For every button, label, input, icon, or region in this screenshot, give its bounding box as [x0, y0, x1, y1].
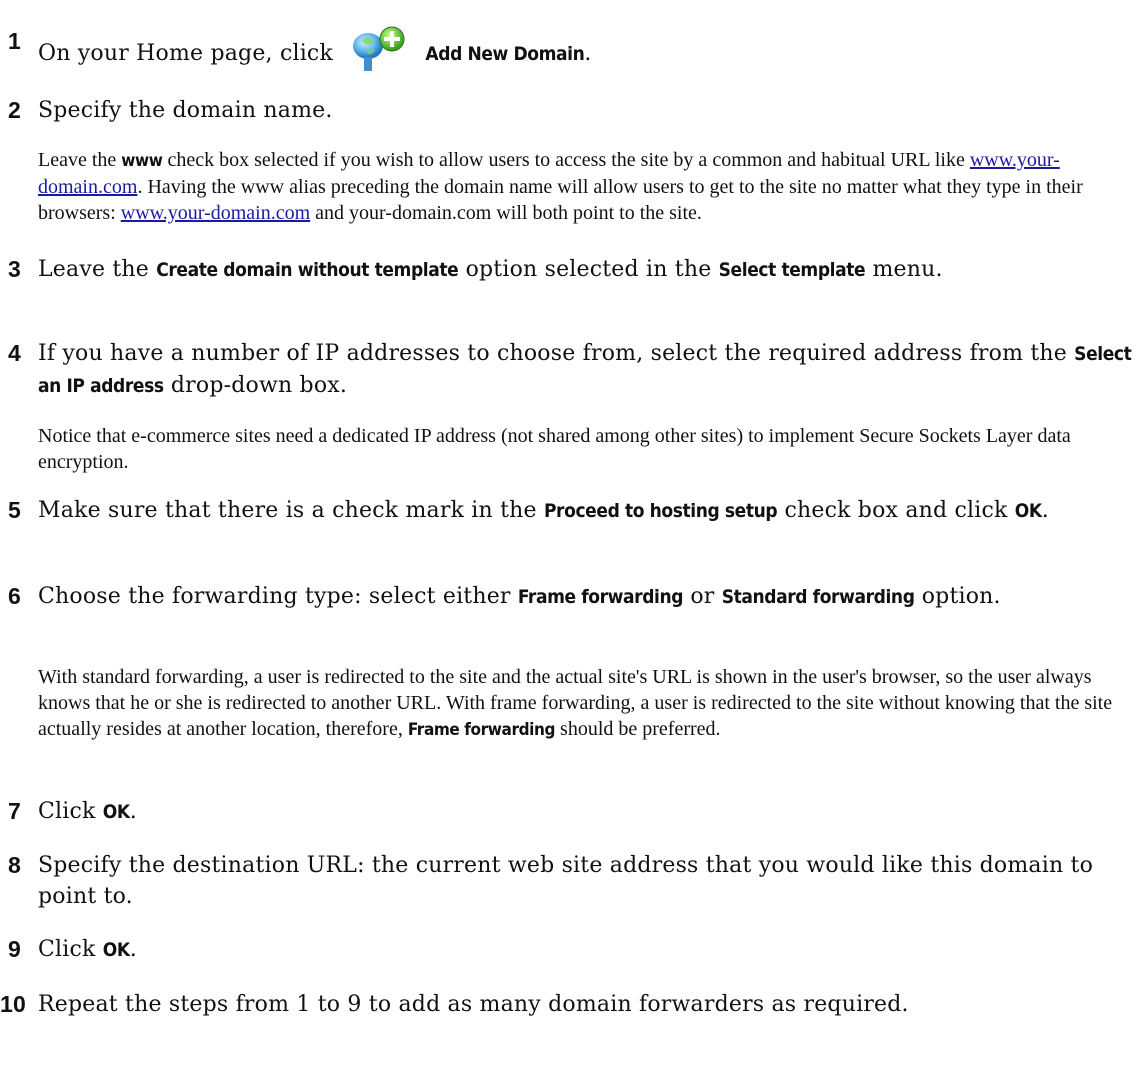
step-text: menu. — [872, 257, 943, 282]
step-text: option. — [921, 584, 1001, 609]
step-number: 6 — [8, 583, 21, 609]
note-text: check box selected if you wish to allow … — [167, 149, 965, 171]
step-6: 6 Choose the forwarding type: select eit… — [0, 581, 1140, 613]
step-8: 8 Specify the destination URL: the curre… — [0, 850, 1140, 912]
note-text: Notice that e-commerce sites need a dedi… — [38, 425, 1071, 473]
ok-button-label: OK — [1014, 500, 1042, 522]
standard-forwarding-option: Standard forwarding — [721, 586, 915, 608]
step-3: 3 Leave the Create domain without templa… — [0, 254, 1140, 286]
ok-button-label: OK — [102, 801, 130, 823]
step-6-note: With standard forwarding, a user is redi… — [38, 664, 1144, 743]
step-4: 4 If you have a number of IP addresses t… — [0, 338, 1140, 402]
step-9: 9 Click OK. — [0, 934, 1140, 966]
frame-forwarding-option: Frame forwarding — [407, 720, 556, 740]
step-number: 7 — [8, 798, 21, 824]
step-text: check box and click — [784, 498, 1008, 523]
step-text: Specify the domain name. — [38, 98, 333, 123]
step-text: option selected in the — [465, 257, 712, 282]
step-2-note: Leave the www check box selected if you … — [38, 147, 1144, 226]
ok-button-label: OK — [102, 939, 130, 961]
www-checkbox-label: www — [121, 151, 163, 171]
step-number: 9 — [8, 936, 21, 962]
step-5: 5 Make sure that there is a check mark i… — [0, 495, 1140, 527]
note-text: should be preferred. — [560, 718, 721, 740]
punctuation: . — [129, 937, 137, 962]
step-text: or — [690, 584, 715, 609]
step-number: 5 — [8, 497, 21, 523]
step-1: 1 On your Home page, click Add New Domai… — [0, 26, 1140, 72]
step-text: If you have a number of IP addresses to … — [38, 341, 1067, 366]
step-number: 3 — [8, 256, 21, 282]
step-number: 8 — [8, 852, 21, 878]
step-text: drop-down box. — [170, 373, 348, 398]
step-number: 1 — [8, 28, 21, 54]
create-without-template-option: Create domain without template — [156, 259, 459, 281]
note-text: and your-domain.com will both point to t… — [315, 202, 702, 224]
step-text: Choose the forwarding type: select eithe… — [38, 584, 511, 609]
document: 1 On your Home page, click Add New Domai… — [0, 0, 1146, 1082]
punctuation: . — [129, 799, 137, 824]
add-new-domain-icon — [353, 26, 405, 71]
step-text: Leave the — [38, 257, 150, 282]
step-10: 10 Repeat the steps from 1 to 9 to add a… — [0, 989, 1140, 1020]
example-url-link[interactable]: www.your-domain.com — [121, 202, 310, 224]
step-number: 10 — [0, 991, 26, 1017]
step-number: 4 — [8, 340, 21, 366]
punctuation: . — [1041, 498, 1049, 523]
select-template-menu: Select template — [718, 259, 866, 281]
step-text: Make sure that there is a check mark in … — [38, 498, 537, 523]
proceed-to-hosting-setup-checkbox: Proceed to hosting setup — [543, 500, 778, 522]
step-text: Specify the destination URL: the current… — [38, 853, 1094, 909]
step-4-note: Notice that e-commerce sites need a dedi… — [38, 423, 1144, 475]
note-text: Leave the — [38, 149, 117, 171]
step-text: On your Home page, click — [38, 41, 333, 66]
step-7: 7 Click OK. — [0, 796, 1140, 828]
step-text: Repeat the steps from 1 to 9 to add as m… — [38, 992, 909, 1017]
frame-forwarding-option: Frame forwarding — [517, 586, 684, 608]
step-text: Click — [38, 799, 96, 824]
step-2: 2 Specify the domain name. — [0, 95, 1140, 126]
punctuation: . — [584, 41, 592, 66]
add-new-domain-label[interactable]: Add New Domain — [425, 43, 584, 65]
step-number: 2 — [8, 97, 21, 123]
step-text: Click — [38, 937, 96, 962]
